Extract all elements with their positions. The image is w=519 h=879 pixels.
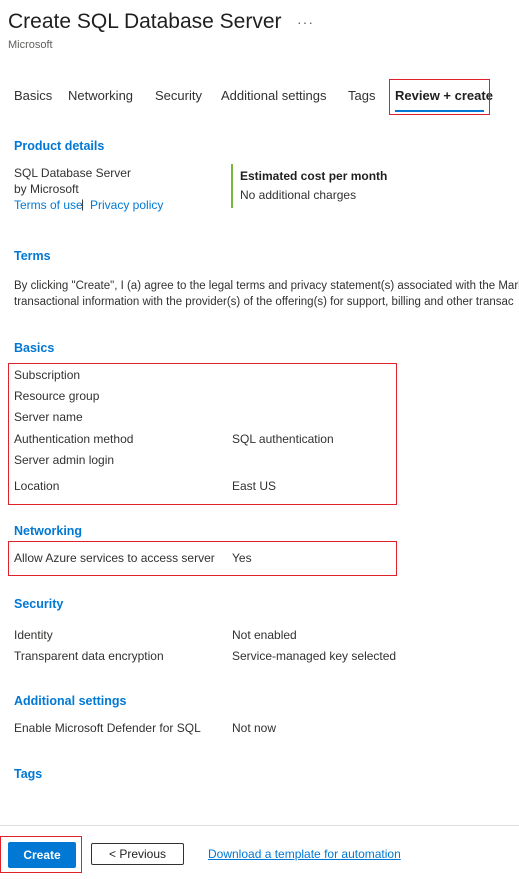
terms-of-use-link[interactable]: Terms of use: [14, 198, 83, 212]
server-name-label: Server name: [14, 410, 83, 424]
identity-label: Identity: [14, 628, 53, 642]
product-name: SQL Database Server: [14, 166, 131, 180]
security-heading: Security: [14, 597, 64, 611]
tde-value: Service-managed key selected: [232, 649, 397, 663]
allow-azure-services-value: Yes: [232, 551, 252, 565]
allow-azure-services-label: Allow Azure services to access server: [14, 551, 215, 565]
authentication-method-value: SQL authentication: [232, 432, 334, 446]
create-button[interactable]: Create: [8, 842, 76, 868]
tags-heading: Tags: [14, 767, 43, 781]
download-template-link[interactable]: Download a template for automation: [208, 847, 401, 861]
product-publisher: by Microsoft: [14, 182, 79, 196]
page-title: Create SQL Database Server: [8, 10, 282, 33]
resource-group-label: Resource group: [14, 389, 100, 403]
estimated-cost-value: No additional charges: [240, 188, 357, 202]
tde-label: Transparent data encryption: [14, 649, 164, 663]
additional-settings-heading: Additional settings: [14, 694, 127, 708]
basics-heading: Basics: [14, 341, 55, 355]
authentication-method-label: Authentication method: [14, 432, 134, 446]
estimated-cost-heading: Estimated cost per month: [240, 169, 388, 183]
tab-basics[interactable]: Basics: [14, 88, 52, 103]
location-value: East US: [232, 479, 277, 493]
tab-networking[interactable]: Networking: [68, 88, 133, 103]
review-tab-highlight: [389, 79, 490, 115]
subscription-label: Subscription: [14, 368, 81, 382]
publisher-label: Microsoft: [8, 39, 53, 51]
networking-heading: Networking: [14, 524, 83, 538]
server-admin-login-label: Server admin login: [14, 453, 115, 467]
tab-tags[interactable]: Tags: [348, 88, 375, 103]
defender-label: Enable Microsoft Defender for SQL: [14, 721, 201, 735]
footer-divider: [0, 825, 519, 826]
cost-indicator-bar: [231, 164, 233, 208]
link-separator: |: [81, 197, 85, 211]
product-details-heading: Product details: [14, 139, 105, 153]
location-label: Location: [14, 479, 60, 493]
tab-additional-settings[interactable]: Additional settings: [221, 88, 327, 103]
defender-value: Not now: [232, 721, 277, 735]
previous-button[interactable]: < Previous: [91, 843, 184, 865]
terms-text-line1: By clicking "Create", I (a) agree to the…: [14, 280, 519, 292]
terms-heading: Terms: [14, 249, 51, 263]
privacy-policy-link[interactable]: Privacy policy: [90, 198, 163, 212]
more-options-icon[interactable]: ···: [297, 14, 314, 30]
identity-value: Not enabled: [232, 628, 297, 642]
terms-text-line2: transactional information with the provi…: [14, 296, 514, 308]
tab-security[interactable]: Security: [155, 88, 202, 103]
